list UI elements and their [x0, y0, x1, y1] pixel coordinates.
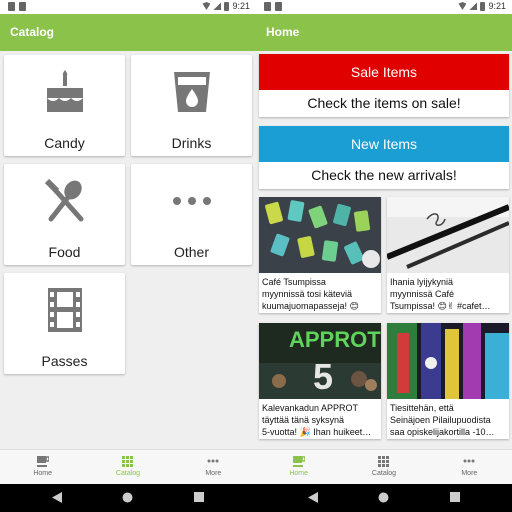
sale-items-card[interactable]: Sale Items Check the items on sale!	[259, 54, 509, 117]
post-text: Café Tsumpissa myynnissä tosi käteviä ku…	[262, 277, 359, 311]
notification-icon	[8, 2, 15, 11]
clock: 9:21	[232, 1, 250, 11]
bottom-navigation: Home Catalog More	[0, 449, 256, 484]
notification-icon	[275, 2, 282, 11]
post-text: Tiesittehän, että Seinäjoen Pilailupuodi…	[390, 403, 495, 437]
home-circle-icon[interactable]	[378, 492, 389, 503]
wifi-icon	[202, 2, 211, 10]
new-items-subtitle: Check the new arrivals!	[311, 167, 457, 183]
drink-icon	[131, 69, 252, 115]
grid-icon	[85, 454, 170, 468]
sale-items-subtitle: Check the items on sale!	[307, 95, 461, 111]
nav-catalog[interactable]: Catalog	[341, 450, 426, 484]
wifi-icon	[458, 2, 467, 10]
post-card[interactable]: APPROT 5 Kalevankadun APPROT täyttää tän…	[259, 323, 381, 439]
tile-label: Drinks	[171, 135, 212, 151]
signal-icon	[469, 2, 478, 10]
more-horiz-icon	[131, 178, 252, 224]
back-icon[interactable]	[308, 492, 318, 503]
notification-icon	[19, 2, 26, 11]
approt-number-text: 5	[313, 356, 333, 397]
tile-drinks[interactable]: Drinks	[131, 55, 252, 156]
post-card[interactable]: Ihania lyijykyniä myynnissä Café Tsumpis…	[387, 197, 509, 313]
status-bar: 9:21	[256, 0, 512, 14]
tile-passes[interactable]: Passes	[4, 273, 125, 374]
more-horiz-icon	[427, 454, 512, 468]
coffee-icon	[256, 454, 341, 468]
clock: 9:21	[488, 1, 506, 11]
post-image	[387, 197, 509, 273]
tile-label: Food	[48, 244, 81, 260]
back-icon[interactable]	[52, 492, 62, 503]
nav-catalog-label: Catalog	[371, 470, 397, 477]
approt-title-text: APPROT	[289, 327, 381, 352]
nav-catalog[interactable]: Catalog	[85, 450, 170, 484]
tile-label: Passes	[41, 353, 88, 369]
nav-more[interactable]: More	[171, 450, 256, 484]
new-items-title: New Items	[259, 126, 509, 162]
film-icon	[4, 287, 125, 333]
tile-food[interactable]: Food	[4, 164, 125, 265]
post-card[interactable]: Café Tsumpissa myynnissä tosi käteviä ku…	[259, 197, 381, 313]
nav-catalog-label: Catalog	[115, 470, 141, 477]
sale-items-title: Sale Items	[259, 54, 509, 90]
notification-icon	[264, 2, 271, 11]
utensils-icon	[4, 178, 125, 224]
tile-label: Other	[173, 244, 209, 260]
battery-icon	[224, 1, 230, 11]
coffee-icon	[0, 454, 85, 468]
system-nav-bar	[0, 484, 512, 512]
nav-home-label: Home	[289, 470, 308, 477]
nav-home[interactable]: Home	[256, 450, 341, 484]
nav-home-label: Home	[33, 470, 52, 477]
tile-other[interactable]: Other	[131, 164, 252, 265]
nav-more[interactable]: More	[427, 450, 512, 484]
tile-label: Candy	[44, 135, 85, 151]
new-items-card[interactable]: New Items Check the new arrivals!	[259, 126, 509, 189]
status-bar: 9:21	[0, 0, 256, 14]
post-card[interactable]: Tiesittehän, että Seinäjoen Pilailupuodi…	[387, 323, 509, 439]
post-image: APPROT 5	[259, 323, 381, 399]
post-image	[387, 323, 509, 399]
battery-icon	[480, 1, 486, 11]
post-text: Ihania lyijykyniä myynnissä Café Tsumpis…	[390, 277, 491, 311]
home-screen: 9:21 Home Sale Items Check the items on …	[256, 0, 512, 484]
cake-icon	[4, 69, 125, 115]
post-image	[259, 197, 381, 273]
tile-candy[interactable]: Candy	[4, 55, 125, 156]
nav-more-label: More	[205, 470, 222, 477]
catalog-screen: 9:21 Catalog Candy Drinks Food Other Pas…	[0, 0, 256, 484]
more-horiz-icon	[171, 454, 256, 468]
page-title: Home	[256, 14, 512, 51]
bottom-navigation: Home Catalog More	[256, 449, 512, 484]
grid-icon	[341, 454, 426, 468]
page-title: Catalog	[0, 14, 256, 51]
recents-icon[interactable]	[450, 492, 460, 502]
home-circle-icon[interactable]	[122, 492, 133, 503]
nav-more-label: More	[461, 470, 478, 477]
nav-home[interactable]: Home	[0, 450, 85, 484]
post-text: Kalevankadun APPROT täyttää tänä syksynä…	[262, 403, 372, 437]
recents-icon[interactable]	[194, 492, 204, 502]
signal-icon	[213, 2, 222, 10]
